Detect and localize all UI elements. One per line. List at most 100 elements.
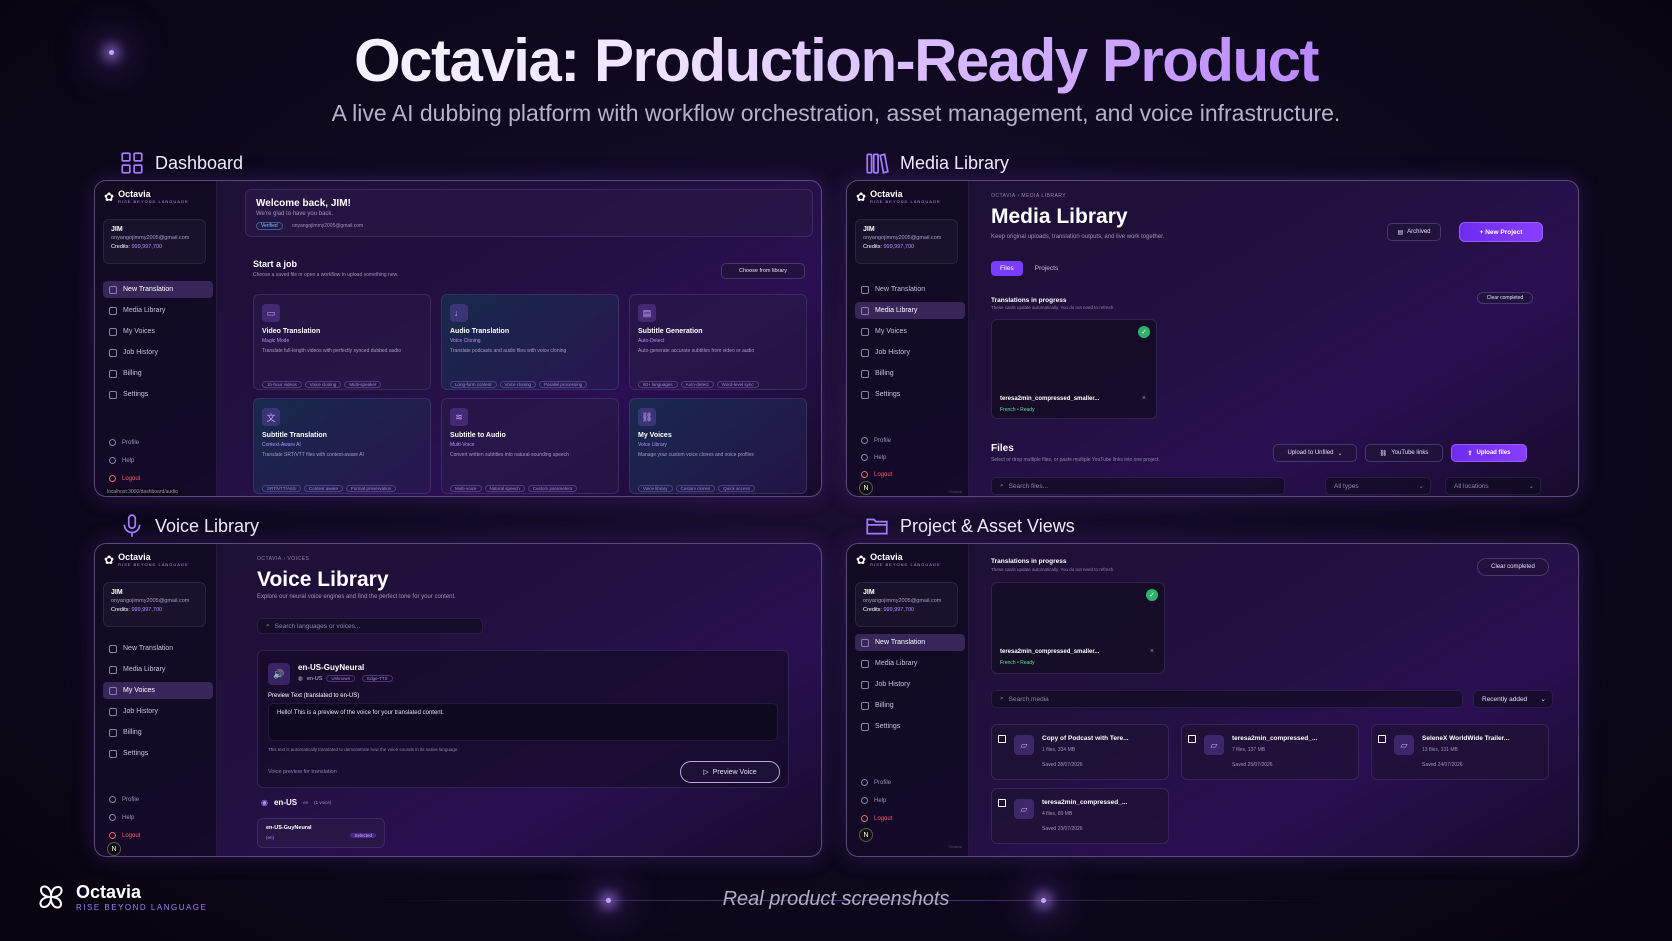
types-select[interactable]: All types ⌄ (1325, 477, 1431, 495)
sidebar-watermark: Octavia (948, 844, 962, 849)
nav-logout[interactable]: Logout (861, 815, 892, 822)
tab-files[interactable]: Files (991, 261, 1023, 276)
preview-voice-label: Preview Voice (712, 768, 757, 776)
nav-job-history[interactable]: Job History (103, 344, 213, 361)
tab-projects[interactable]: Projects (1027, 261, 1066, 276)
archived-label: Archived (1407, 229, 1431, 235)
nav-job-history[interactable]: Job History (855, 344, 965, 361)
clear-completed-button[interactable]: Clear completed (1477, 292, 1533, 304)
card-title: Video Translation (262, 328, 321, 335)
sidebar: ✿ Octavia RISE BEYOND LANGUAGE JIM onyangoj… (847, 544, 969, 856)
nav-media-library[interactable]: Media Library (103, 302, 213, 319)
job-name: teresa2min_compressed_smaller... (1000, 649, 1100, 655)
help-icon (861, 797, 868, 804)
project-card[interactable]: ▱ teresa2min_compressed_... 7 files, 137 M… (1181, 724, 1359, 780)
nav-logout[interactable]: Logout (109, 475, 140, 482)
nav-billing[interactable]: Billing (103, 365, 213, 382)
voice-list-item[interactable]: en-US-GuyNeural (en) Selected (257, 818, 385, 848)
brand-tagline: RISE BEYOND LANGUAGE (118, 562, 189, 567)
gear-icon (861, 390, 869, 399)
archived-button[interactable]: ▤ Archived (1387, 223, 1441, 241)
project-card[interactable]: ▱ SeleneX WorldWide Trailer... 13 files, 1… (1371, 724, 1549, 780)
job-status: French • Ready (1000, 660, 1035, 666)
nav-label: Billing (875, 702, 894, 709)
nav-billing[interactable]: Billing (855, 697, 965, 714)
choose-library-button[interactable]: Choose from library (721, 263, 805, 279)
library-icon (861, 306, 869, 315)
nav-media-library[interactable]: Media Library (855, 302, 965, 319)
job-card-subtitle-to-audio[interactable]: ≋ Subtitle to Audio Multi-Voice Convert wri… (441, 398, 619, 494)
new-translation-icon (109, 285, 117, 294)
job-card[interactable]: ✓ teresa2min_compressed_smaller... × Fre… (991, 319, 1157, 419)
search-files-input[interactable]: ⌕ Search files... (991, 477, 1285, 495)
upload-files-label: Upload files (1476, 450, 1511, 456)
sort-select[interactable]: Recently added ⌄ (1473, 690, 1553, 708)
job-card-audio-translation[interactable]: ♩ Audio Translation Voice Cloning Translate… (441, 294, 619, 390)
nav-new-translation[interactable]: New Translation (855, 281, 965, 298)
nav-new-translation[interactable]: New Translation (855, 634, 965, 651)
nav-logout[interactable]: Logout (861, 471, 892, 478)
nav-my-voices[interactable]: My Voices (855, 323, 965, 340)
checkbox[interactable] (998, 735, 1006, 743)
nav-my-voices[interactable]: My Voices (103, 323, 213, 340)
new-project-button[interactable]: + New Project (1459, 222, 1543, 242)
checkbox[interactable] (998, 799, 1006, 807)
feature-tag: Multi-speaker (344, 381, 382, 388)
project-card[interactable]: ▱ teresa2min_compressed_... 4 files, 89 MB… (991, 788, 1169, 844)
nav-my-voices[interactable]: My Voices (103, 682, 213, 699)
nav-help[interactable]: Help (109, 457, 134, 464)
preview-textarea[interactable]: Hello! This is a preview of the voice fo… (268, 703, 778, 741)
nav-billing[interactable]: Billing (103, 724, 213, 741)
nav-settings[interactable]: Settings (855, 386, 965, 403)
nav-settings[interactable]: Settings (855, 718, 965, 735)
nav-logout[interactable]: Logout (109, 832, 140, 839)
nav-job-history[interactable]: Job History (855, 676, 965, 693)
checkbox[interactable] (1188, 735, 1196, 743)
nav-settings[interactable]: Settings (103, 745, 213, 762)
project-card[interactable]: ▱ Copy of Podcast with Tere... 1 files, 33… (991, 724, 1169, 780)
youtube-links-button[interactable]: ⛓ YouTube links (1365, 444, 1443, 462)
dashboard-screenshot: ✿ Octavia RISE BEYOND LANGUAGE JIM onyangoj… (94, 180, 822, 497)
progress-title: Translations in progress (991, 297, 1067, 304)
nav-profile[interactable]: Profile (109, 796, 139, 803)
checkbox[interactable] (1378, 735, 1386, 743)
nav-help[interactable]: Help (861, 454, 886, 461)
preview-voice-button[interactable]: ▷ Preview Voice (680, 761, 780, 783)
job-card-video-translation[interactable]: ▭ Video Translation Magic Mode Translate fu… (253, 294, 431, 390)
job-card-my-voices[interactable]: ⛓ My Voices Voice Library Manage your custo… (629, 398, 807, 494)
search-voices-input[interactable]: ⌕ Search languages or voices... (257, 618, 483, 634)
job-card-subtitle-generation[interactable]: ▤ Subtitle Generation Auto-Detect Auto-gene… (629, 294, 807, 390)
nav-settings[interactable]: Settings (103, 386, 213, 403)
upload-files-button[interactable]: ⇪ Upload files (1451, 444, 1527, 462)
nav-media-library[interactable]: Media Library (855, 655, 965, 672)
nav-new-translation[interactable]: New Translation (103, 281, 213, 298)
nav-profile[interactable]: Profile (861, 779, 891, 786)
close-icon[interactable]: × (1150, 648, 1154, 655)
sidebar: ✿ Octavia RISE BEYOND LANGUAGE JIM onyangoj… (95, 181, 217, 496)
nav-help[interactable]: Help (109, 814, 134, 821)
job-card[interactable]: ✓ teresa2min_compressed_smaller... × Fre… (991, 582, 1165, 674)
card-title: Subtitle to Audio (450, 432, 506, 439)
nav-profile[interactable]: Profile (109, 439, 139, 446)
search-media-input[interactable]: ⌕ Search media (991, 690, 1463, 708)
project-saved: Saved 24/07/2026 (1422, 762, 1463, 768)
card-desc: Manage your custom voice clones and voic… (638, 452, 754, 458)
nav-job-history[interactable]: Job History (103, 703, 213, 720)
preview-for-translation: Voice preview for translation (268, 769, 337, 775)
locations-select[interactable]: All locations ⌄ (1445, 477, 1541, 495)
voice-name: en-US-GuyNeural (298, 663, 365, 672)
close-icon[interactable]: × (1142, 395, 1146, 402)
nav-media-library[interactable]: Media Library (103, 661, 213, 678)
verified-badge: Verified (256, 222, 283, 230)
section-label: Project & Asset Views (900, 515, 1075, 536)
nav-new-translation[interactable]: New Translation (103, 640, 213, 657)
card-tags: 1h-hour videos Voice cloning Multi-speaker (262, 373, 384, 391)
clear-completed-button[interactable]: Clear completed (1477, 558, 1549, 576)
nav-help[interactable]: Help (861, 797, 886, 804)
nav-profile[interactable]: Profile (861, 437, 891, 444)
check-icon: ✓ (1146, 589, 1158, 601)
job-card-subtitle-translation[interactable]: 文 Subtitle Translation Context-Aware AI Tra… (253, 398, 431, 494)
nav-billing[interactable]: Billing (855, 365, 965, 382)
voice-title: Voice Library (257, 568, 389, 591)
upload-to-select[interactable]: Upload to Unfiled ⌄ (1273, 444, 1357, 462)
